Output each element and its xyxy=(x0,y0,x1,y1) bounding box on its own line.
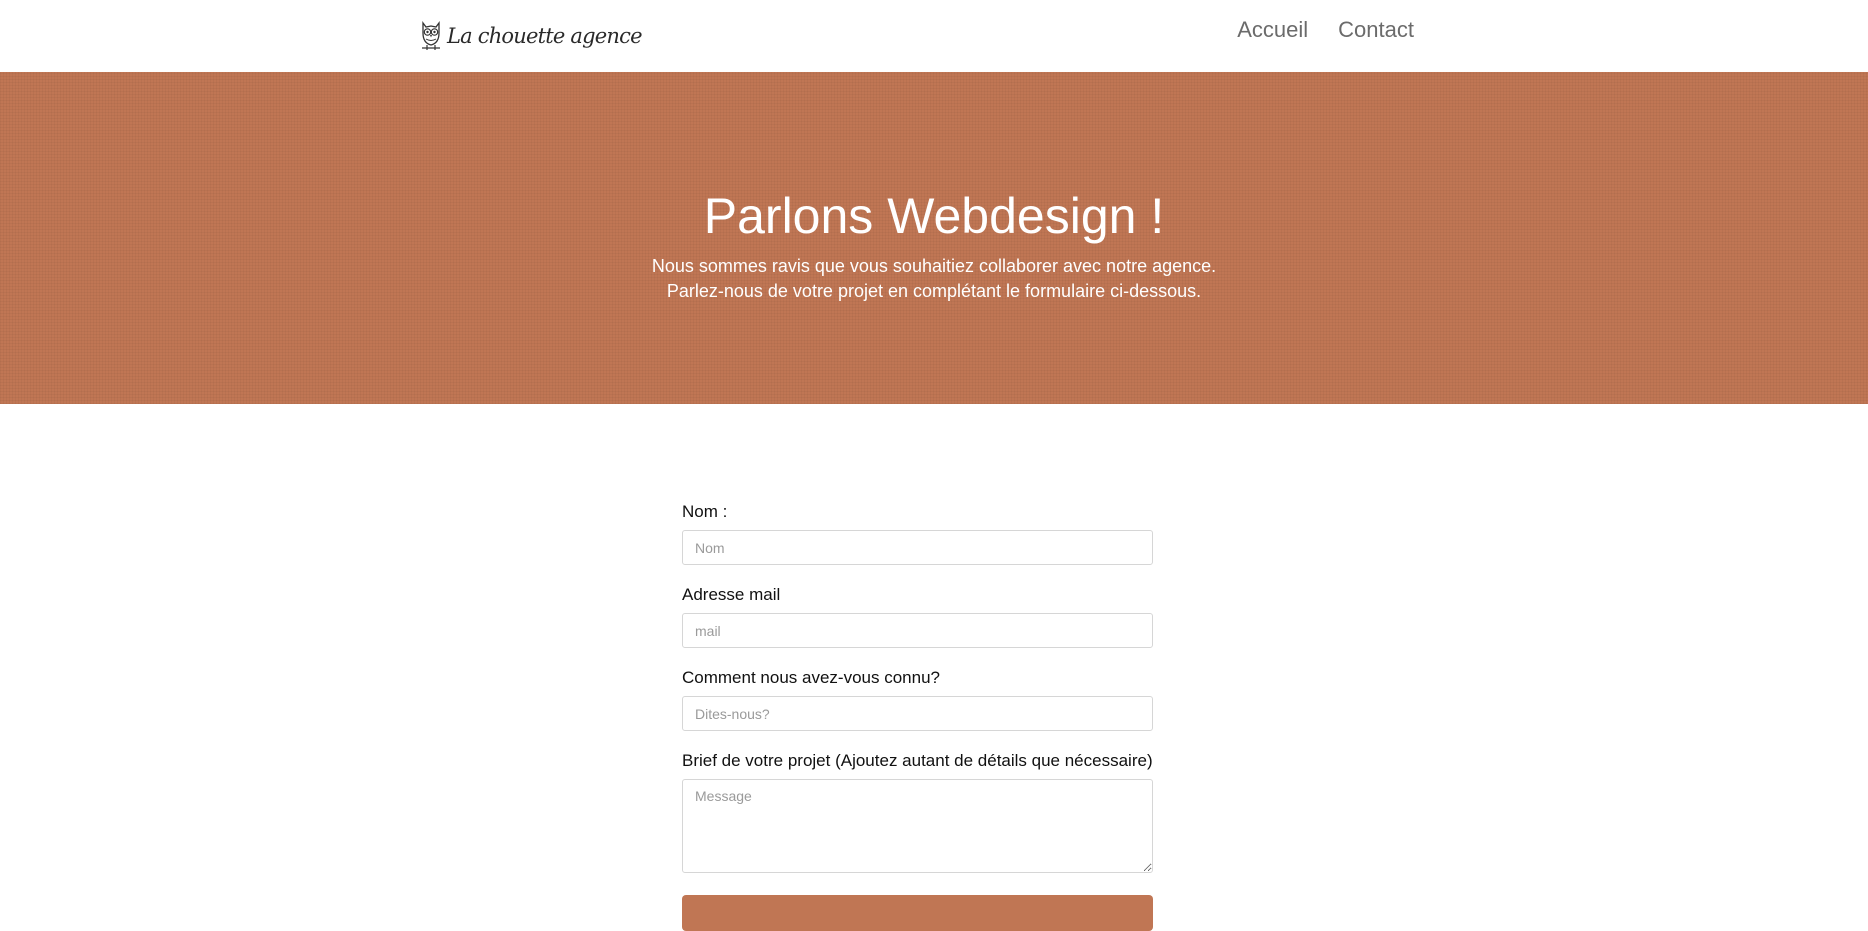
logo-text: La chouette agence xyxy=(447,24,643,48)
brief-textarea[interactable] xyxy=(682,779,1153,873)
main-nav: Accueil Contact xyxy=(1207,16,1414,44)
nav-link-contact[interactable]: Contact xyxy=(1338,16,1414,44)
hero-banner: Parlons Webdesign ! Nous sommes ravis qu… xyxy=(0,72,1868,404)
hero-subtitle-line-1: Nous sommes ravis que vous souhaitiez co… xyxy=(651,256,1217,276)
email-input[interactable] xyxy=(682,613,1153,648)
page-title: Parlons Webdesign ! xyxy=(703,188,1165,244)
contact-form: Nom : Adresse mail Comment nous avez-vou… xyxy=(682,500,1153,931)
email-label: Adresse mail xyxy=(682,585,781,604)
owl-icon xyxy=(422,21,440,50)
hero-subtitle-line-2: Parlez-nous de votre projet en complétan… xyxy=(666,281,1202,301)
navbar: La chouette agence Accueil Contact xyxy=(0,0,1868,72)
brief-label: Brief de votre projet (Ajoutez autant de… xyxy=(682,751,1153,770)
source-label: Comment nous avez-vous connu? xyxy=(682,668,940,687)
logo[interactable]: La chouette agence xyxy=(419,19,643,53)
nav-link-accueil[interactable]: Accueil xyxy=(1237,16,1308,44)
name-label: Nom : xyxy=(682,502,728,521)
hero-subtitle: Nous sommes ravis que vous souhaitiez co… xyxy=(0,254,1868,304)
name-input[interactable] xyxy=(682,530,1153,565)
submit-button[interactable] xyxy=(682,895,1153,931)
source-input[interactable] xyxy=(682,696,1153,731)
